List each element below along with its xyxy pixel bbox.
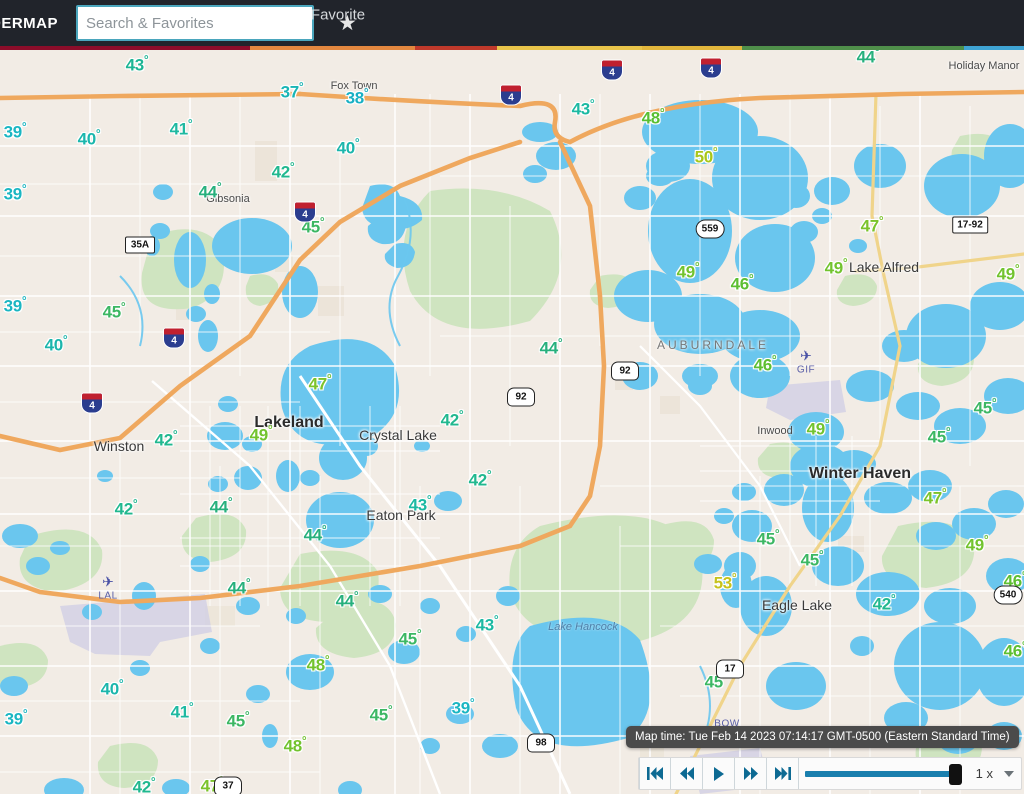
star-icon: ★ [338, 11, 357, 35]
brand-logo: DERMAP [0, 14, 59, 32]
chevron-down-icon [1004, 770, 1014, 777]
timeline-slider[interactable] [803, 758, 968, 789]
rewind-icon [679, 767, 694, 780]
search-input[interactable] [78, 7, 313, 39]
timeline-slider-handle[interactable] [948, 764, 962, 785]
step-back-button[interactable] [671, 758, 703, 789]
favorite-button[interactable]: ★ Favorite [311, 6, 365, 35]
play-button[interactable] [703, 758, 735, 789]
skip-to-start-button[interactable] [639, 758, 671, 789]
skip-to-end-button[interactable] [767, 758, 799, 789]
map-canvas[interactable]: .w { fill:#6ac6ee; } .pk { fill:#cfe4c0;… [0, 46, 1024, 794]
skip-forward-icon [775, 767, 791, 780]
app-header: DERMAP ★ Favorite [0, 0, 1024, 46]
step-forward-button[interactable] [735, 758, 767, 789]
playback-speed-label: 1 x [975, 766, 993, 781]
fast-forward-icon [743, 767, 758, 780]
map-vector-layer: .w { fill:#6ac6ee; } .pk { fill:#cfe4c0;… [0, 89, 1024, 794]
search-box[interactable] [76, 5, 315, 41]
play-icon [713, 766, 724, 781]
wundermap-app: DERMAP ★ Favorite .w { fill:#6ac6ee; } .… [0, 0, 1024, 794]
playback-controls[interactable]: 1 x [638, 757, 1022, 790]
map-time-tooltip: Map time: Tue Feb 14 2023 07:14:17 GMT-0… [626, 726, 1019, 748]
timeline-slider-rail [805, 771, 954, 777]
skip-back-icon [646, 767, 663, 780]
playback-speed-dropdown[interactable] [997, 758, 1021, 789]
